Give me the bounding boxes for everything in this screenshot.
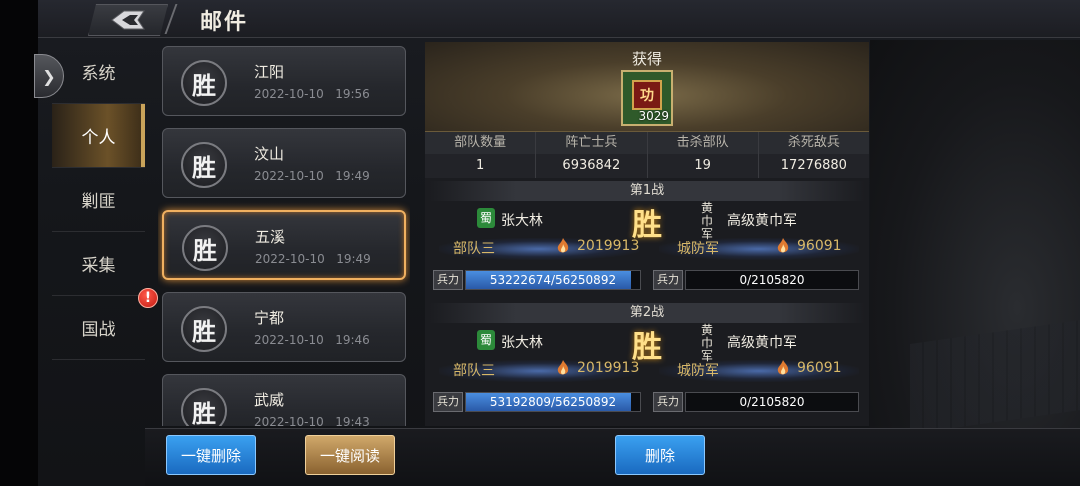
delete-all-button[interactable]: 一键删除 bbox=[166, 435, 256, 475]
sidebar-item-label: 采集 bbox=[81, 256, 116, 276]
troop-name: 部队三 bbox=[453, 363, 495, 379]
general-name: 张大林 bbox=[501, 335, 543, 351]
troop-name: 城防军 bbox=[677, 241, 719, 257]
page-title: 邮件 bbox=[200, 10, 249, 35]
bottom-action-bar: 一键删除 一键阅读 删除 bbox=[145, 428, 1080, 486]
read-all-button[interactable]: 一键阅读 bbox=[305, 435, 395, 475]
mail-timestamp: 2022-10-10 19:49 bbox=[254, 169, 370, 183]
stat-value: 1 bbox=[425, 154, 537, 178]
merit-seal-icon: 功 bbox=[632, 80, 662, 110]
battle-block: 蜀 张大林 部队三 2019913 兵力 53192809/56250892 胜… bbox=[429, 324, 865, 420]
sidebar-item-label: 系统 bbox=[81, 64, 116, 84]
victory-badge-icon: 胜 bbox=[182, 225, 228, 271]
battle-title: 第2战 bbox=[429, 303, 865, 323]
title-separator bbox=[164, 4, 194, 34]
faction-yellow-turban-icon: 黄巾军 bbox=[700, 323, 713, 363]
sidebar-item-national-war[interactable]: 国战 ! bbox=[52, 288, 158, 360]
faction-shu-icon: 蜀 bbox=[477, 208, 495, 228]
mail-location: 江阳 bbox=[254, 63, 285, 81]
sidebar-item-system[interactable]: 系统 bbox=[52, 40, 145, 104]
victory-badge-icon: 胜 bbox=[181, 306, 227, 352]
mail-location: 宁都 bbox=[254, 309, 285, 327]
mail-location: 武威 bbox=[254, 391, 285, 409]
sidebar-item-personal[interactable]: 个人 bbox=[52, 104, 145, 168]
hp-text: 53222674/56250892 bbox=[489, 273, 617, 287]
hp-label: 兵力 bbox=[653, 270, 683, 290]
hp-text: 53192809/56250892 bbox=[489, 395, 617, 409]
stats-header-row: 部队数量 阵亡士兵 击杀部队 杀死敌兵 bbox=[425, 132, 869, 154]
troop-hp-bar: 0/2105820 bbox=[685, 270, 859, 290]
stat-header: 击杀部队 bbox=[648, 132, 759, 154]
background-scenery bbox=[870, 40, 1080, 486]
attacker-side: 蜀 张大林 部队三 2019913 兵力 53192809/56250892 bbox=[429, 324, 645, 420]
troop-name: 城防军 bbox=[677, 363, 719, 379]
troop-name: 部队三 bbox=[453, 241, 495, 257]
hp-text: 0/2105820 bbox=[739, 395, 805, 409]
flame-icon bbox=[777, 360, 789, 375]
sidebar-item-gather[interactable]: 采集 bbox=[52, 232, 145, 296]
mail-list-item[interactable]: 胜 宁都 2022-10-10 19:46 bbox=[162, 292, 406, 362]
reward-title: 获得 bbox=[631, 50, 662, 68]
victory-badge-icon: 胜 bbox=[181, 142, 227, 188]
delete-button[interactable]: 删除 bbox=[615, 435, 705, 475]
general-name: 高级黄巾军 bbox=[727, 213, 797, 229]
battle-report-panel[interactable]: 获得 功 3029 部队数量 阵亡士兵 击杀部队 杀死敌兵 1 6936842 … bbox=[425, 42, 869, 426]
troop-hp-bar: 0/2105820 bbox=[685, 392, 859, 412]
alert-badge-icon: ! bbox=[138, 288, 158, 308]
hp-label: 兵力 bbox=[433, 270, 463, 290]
battle-block: 蜀 张大林 部队三 2019913 兵力 53222674/56250892 胜… bbox=[429, 202, 865, 298]
combat-power: 96091 bbox=[797, 360, 842, 376]
sidebar-item-label: 个人 bbox=[81, 128, 116, 148]
stat-header: 部队数量 bbox=[425, 132, 537, 154]
back-arrow-icon bbox=[111, 10, 145, 30]
mail-screen: 邮件 系统 个人 剿匪 采集 国战 ! ❯ 胜 江阳 2022-10-10 19… bbox=[0, 0, 1080, 486]
defender-side: 黄巾军 高级黄巾军 城防军 96091 兵力 0/2105820 bbox=[649, 202, 865, 298]
mail-list-item[interactable]: 胜 汶山 2022-10-10 19:49 bbox=[162, 128, 406, 198]
flame-icon bbox=[557, 238, 569, 253]
victory-badge-icon: 胜 bbox=[181, 388, 227, 426]
attacker-side: 蜀 张大林 部队三 2019913 兵力 53222674/56250892 bbox=[429, 202, 645, 298]
hp-text: 0/2105820 bbox=[739, 273, 805, 287]
stats-value-row: 1 6936842 19 17276880 bbox=[425, 154, 869, 178]
stat-header: 杀死敌兵 bbox=[787, 135, 840, 150]
hp-label: 兵力 bbox=[653, 392, 683, 412]
mail-location: 五溪 bbox=[255, 228, 286, 246]
general-name: 高级黄巾军 bbox=[727, 335, 797, 351]
flame-icon bbox=[557, 360, 569, 375]
victory-badge-icon: 胜 bbox=[181, 60, 227, 106]
mail-timestamp: 2022-10-10 19:49 bbox=[255, 252, 371, 266]
back-button[interactable] bbox=[88, 4, 168, 36]
hp-label: 兵力 bbox=[433, 392, 463, 412]
mail-timestamp: 2022-10-10 19:46 bbox=[254, 333, 370, 347]
mail-location: 汶山 bbox=[254, 145, 285, 163]
mail-timestamp: 2022-10-10 19:56 bbox=[254, 87, 370, 101]
combat-power: 96091 bbox=[797, 238, 842, 254]
sidebar-item-bandits[interactable]: 剿匪 bbox=[52, 168, 145, 232]
mail-timestamp: 2022-10-10 19:43 bbox=[254, 415, 370, 426]
screen-edge bbox=[0, 0, 38, 486]
defender-side: 黄巾军 高级黄巾军 城防军 96091 兵力 0/2105820 bbox=[649, 324, 865, 420]
faction-shu-icon: 蜀 bbox=[477, 330, 495, 350]
reward-count: 3029 bbox=[638, 109, 669, 123]
battle-title: 第1战 bbox=[429, 181, 865, 201]
stat-header: 阵亡士兵 bbox=[536, 132, 648, 154]
mail-list[interactable]: 胜 江阳 2022-10-10 19:56 胜 汶山 2022-10-10 19… bbox=[158, 42, 410, 426]
troop-hp-bar: 53192809/56250892 bbox=[465, 392, 641, 412]
mail-list-item[interactable]: 胜 武威 2022-10-10 19:43 bbox=[162, 374, 406, 426]
mail-list-item[interactable]: 胜 江阳 2022-10-10 19:56 bbox=[162, 46, 406, 116]
sidebar-item-label: 国战 bbox=[81, 320, 116, 340]
general-name: 张大林 bbox=[501, 213, 543, 229]
reward-header: 获得 功 3029 bbox=[425, 42, 869, 132]
stat-value: 19 bbox=[648, 154, 759, 178]
top-bar: 邮件 bbox=[38, 0, 1080, 38]
troop-hp-bar: 53222674/56250892 bbox=[465, 270, 641, 290]
faction-yellow-turban-icon: 黄巾军 bbox=[700, 201, 713, 241]
flame-icon bbox=[777, 238, 789, 253]
stat-value: 6936842 bbox=[536, 154, 648, 178]
category-sidebar: 系统 个人 剿匪 采集 国战 ! ❯ bbox=[34, 40, 158, 430]
merit-reward-item[interactable]: 功 3029 bbox=[621, 70, 673, 126]
stat-value: 17276880 bbox=[780, 158, 847, 173]
mail-list-item-selected[interactable]: 胜 五溪 2022-10-10 19:49 bbox=[162, 210, 406, 280]
sidebar-item-label: 剿匪 bbox=[81, 192, 116, 212]
